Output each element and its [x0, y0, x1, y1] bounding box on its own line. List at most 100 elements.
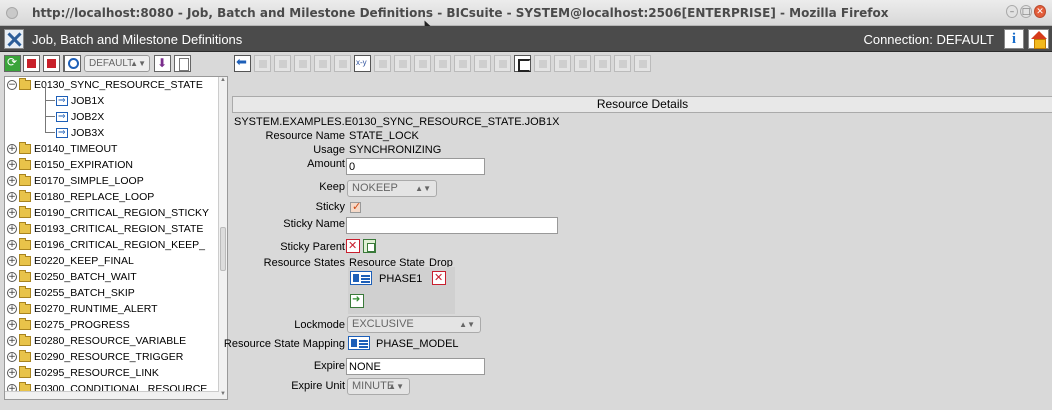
tools-icon[interactable] — [594, 55, 611, 72]
tree-item[interactable]: + E0140_TIMEOUT — [5, 141, 219, 157]
expand-icon[interactable]: + — [7, 224, 17, 234]
tree-vertical-scrollbar[interactable]: ▲ ▼ — [218, 77, 227, 399]
tree-item[interactable]: + E0295_RESOURCE_LINK — [5, 365, 219, 381]
tree-item[interactable]: + E0190_CRITICAL_REGION_STICKY — [5, 205, 219, 221]
xy-icon[interactable] — [354, 55, 371, 72]
keep-label: Keep — [319, 181, 345, 193]
up-icon[interactable] — [254, 55, 271, 72]
tree-item[interactable]: + E0275_PROGRESS — [5, 317, 219, 333]
tree-item[interactable]: + E0180_REPLACE_LOOP — [5, 189, 219, 205]
connection-label: Connection: DEFAULT — [863, 32, 994, 47]
home-button[interactable] — [1028, 29, 1049, 49]
lockmode-select[interactable]: EXCLUSIVE ▲▼ — [347, 316, 481, 333]
tree-item[interactable]: + E0170_SIMPLE_LOOP — [5, 173, 219, 189]
scroll-down-icon[interactable]: ▼ — [219, 391, 227, 399]
tree-item[interactable]: + E0150_EXPIRATION — [5, 157, 219, 173]
expand-icon[interactable]: + — [7, 304, 17, 314]
new-document-icon[interactable] — [174, 55, 191, 72]
add-state-icon[interactable] — [350, 294, 364, 308]
parameter-icon[interactable] — [554, 55, 571, 72]
clear-sticky-parent-icon[interactable] — [346, 239, 360, 253]
tree-item[interactable]: + E0196_CRITICAL_REGION_KEEP_ — [5, 237, 219, 253]
expand-icon[interactable]: + — [7, 368, 17, 378]
close-icon[interactable]: ✕ — [1034, 5, 1046, 18]
sticky-label: Sticky — [315, 201, 345, 213]
maximize-icon[interactable]: □ — [1020, 5, 1032, 18]
tree-item[interactable]: + E0250_BATCH_WAIT — [5, 269, 219, 285]
environment-select[interactable]: DEFAULT ▲▼ — [84, 55, 150, 72]
expire-field[interactable]: NONE — [346, 358, 485, 375]
grid-icon[interactable] — [374, 55, 391, 72]
tree-item[interactable]: + E0280_RESOURCE_VARIABLE — [5, 333, 219, 349]
tree-item-label: E0275_PROGRESS — [34, 319, 130, 331]
clone-icon[interactable] — [534, 55, 551, 72]
keep-select-value: NOKEEP — [352, 182, 398, 194]
tree-item-expanded[interactable]: − E0130_SYNC_RESOURCE_STATE — [5, 77, 219, 93]
tree-item[interactable]: + E0193_CRITICAL_REGION_STATE — [5, 221, 219, 237]
print-icon[interactable] — [634, 55, 651, 72]
mapping-icon[interactable] — [348, 336, 370, 350]
layout-icon[interactable] — [414, 55, 431, 72]
expand-icon[interactable]: + — [7, 288, 17, 298]
drop-state-icon[interactable] — [432, 271, 446, 285]
resource-details-panel: Resource Details SYSTEM.EXAMPLES.E0130_S… — [224, 76, 1052, 410]
expand-icon[interactable]: + — [7, 192, 17, 202]
expand-icon[interactable]: + — [7, 320, 17, 330]
download-icon[interactable] — [154, 55, 171, 72]
tree-view-icon[interactable] — [514, 55, 531, 72]
keep-select[interactable]: NOKEEP ▲▼ — [347, 180, 437, 197]
cancel-icon[interactable] — [314, 55, 331, 72]
report-icon[interactable] — [474, 55, 491, 72]
sticky-parent-label: Sticky Parent — [280, 241, 345, 253]
tree-horizontal-scrollbar[interactable] — [5, 391, 219, 399]
export-icon[interactable] — [494, 55, 511, 72]
refresh-icon[interactable] — [4, 55, 21, 72]
expand-icon[interactable]: + — [7, 336, 17, 346]
sticky-checkbox[interactable] — [350, 200, 361, 213]
resource-state-icon[interactable] — [350, 271, 372, 285]
table-icon[interactable] — [394, 55, 411, 72]
tree-item[interactable]: + E0255_BATCH_SKIP — [5, 285, 219, 301]
expand-icon[interactable]: + — [7, 256, 17, 266]
tree-child-job2x[interactable]: JOB2X — [5, 101, 219, 125]
expire-unit-select[interactable]: MINUTE ▲▼ — [347, 378, 410, 395]
tree-child-job3x[interactable]: JOB3X — [5, 117, 219, 141]
graph-icon[interactable] — [454, 55, 471, 72]
scroll-thumb[interactable] — [220, 227, 226, 271]
tree-item[interactable]: + E0290_RESOURCE_TRIGGER — [5, 349, 219, 365]
expand-icon[interactable]: + — [7, 208, 17, 218]
delete-icon[interactable] — [43, 55, 60, 72]
search-icon[interactable] — [64, 55, 81, 72]
tree-item-label: E0180_REPLACE_LOOP — [34, 191, 155, 203]
amount-field[interactable]: 0 — [346, 158, 485, 175]
resource-name-label: Resource Name — [265, 130, 345, 142]
scroll-up-icon[interactable]: ▲ — [219, 77, 227, 85]
tree-child-job1x[interactable]: JOB1X — [5, 85, 219, 109]
expand-icon[interactable]: + — [7, 144, 17, 154]
expand-icon[interactable]: + — [7, 240, 17, 250]
expand-icon[interactable]: + — [7, 272, 17, 282]
chart-icon[interactable] — [434, 55, 451, 72]
expire-unit-label: Expire Unit — [291, 380, 345, 392]
window-menu-icon[interactable] — [6, 7, 18, 19]
collapse-icon[interactable]: − — [7, 80, 17, 90]
back-icon[interactable] — [234, 55, 251, 72]
folder-icon — [19, 318, 31, 330]
edit-icon[interactable] — [574, 55, 591, 72]
select-sticky-parent-icon[interactable] — [363, 239, 376, 253]
copy-icon[interactable] — [334, 55, 351, 72]
tree-item[interactable]: + E0270_RUNTIME_ALERT — [5, 301, 219, 317]
minimize-icon[interactable]: – — [1006, 5, 1018, 18]
expand-icon[interactable]: + — [7, 352, 17, 362]
tree-item[interactable]: + E0220_KEEP_FINAL — [5, 253, 219, 269]
lockmode-select-value: EXCLUSIVE — [352, 318, 414, 330]
sticky-name-field[interactable] — [346, 217, 558, 234]
expand-icon[interactable]: + — [7, 160, 17, 170]
expand-icon[interactable]: + — [7, 176, 17, 186]
save-icon[interactable] — [274, 55, 291, 72]
tree-connector — [45, 85, 55, 101]
save-close-icon[interactable] — [294, 55, 311, 72]
new-folder-icon[interactable] — [23, 55, 40, 72]
save-as-icon[interactable] — [614, 55, 631, 72]
info-button[interactable]: i — [1004, 29, 1024, 49]
